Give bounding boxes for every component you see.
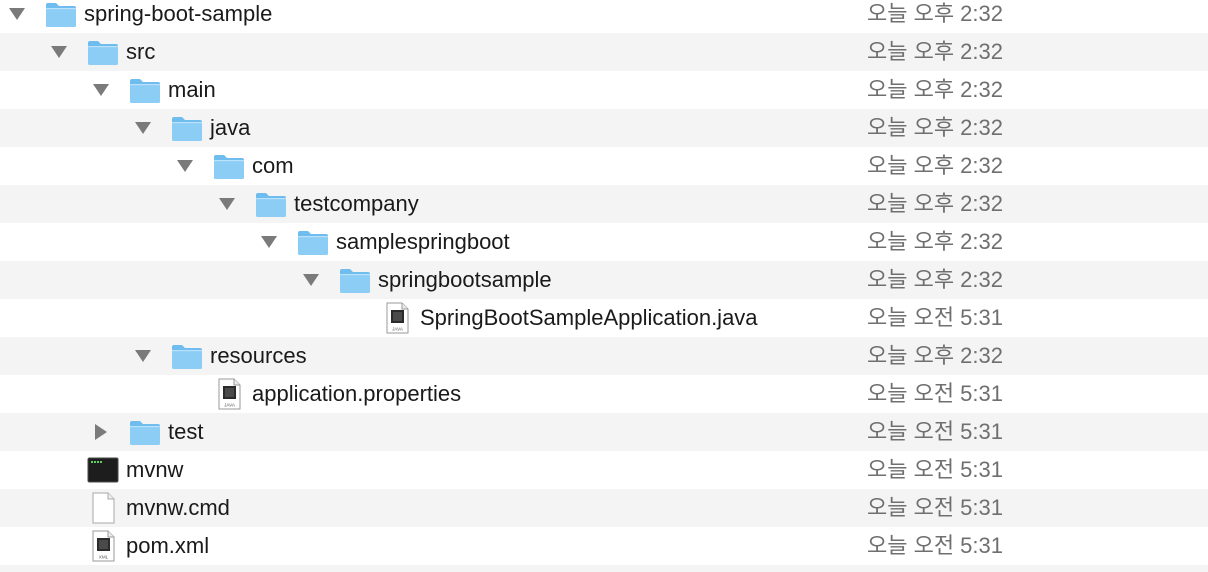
properties-file-icon: JAVA xyxy=(212,378,246,410)
date-modified: 오늘 오전 5:31 xyxy=(867,305,1004,330)
file-name: mvnw.cmd xyxy=(126,495,230,520)
date-modified: 오늘 오후 2:32 xyxy=(867,191,1004,216)
xml-file-icon: XML xyxy=(86,530,120,562)
disclosure-expanded-icon[interactable] xyxy=(50,44,68,60)
file-row[interactable]: test 오늘 오전 5:31 xyxy=(0,413,1208,451)
folder-icon xyxy=(170,112,204,144)
file-row[interactable]: src 오늘 오후 2:32 xyxy=(0,33,1208,71)
disclosure-expanded-icon[interactable] xyxy=(92,82,110,98)
file-name: resources xyxy=(210,343,307,368)
date-modified: 오늘 오후 2:32 xyxy=(867,229,1004,254)
file-name: samplespringboot xyxy=(336,229,510,254)
svg-text:XML: XML xyxy=(99,555,109,560)
disclosure-expanded-icon[interactable] xyxy=(8,6,26,22)
folder-icon xyxy=(254,188,288,220)
terminal-exec-icon xyxy=(86,454,120,486)
disclosure-collapsed-icon[interactable] xyxy=(92,424,110,440)
folder-icon xyxy=(338,264,372,296)
svg-text:JAVA: JAVA xyxy=(392,327,404,332)
blank-document-icon xyxy=(86,492,120,524)
folder-icon xyxy=(170,340,204,372)
file-name: mvnw xyxy=(126,457,184,482)
file-row[interactable]: springbootsample 오늘 오후 2:32 xyxy=(0,261,1208,299)
svg-text:JAVA: JAVA xyxy=(224,403,236,408)
file-row[interactable]: testcompany 오늘 오후 2:32 xyxy=(0,185,1208,223)
file-name: application.properties xyxy=(252,381,462,406)
java-file-icon: JAVA xyxy=(380,302,414,334)
file-name: test xyxy=(168,419,204,444)
file-name: main xyxy=(168,77,216,102)
folder-icon xyxy=(128,74,162,106)
file-name: SpringBootSampleApplication.java xyxy=(420,305,758,330)
disclosure-expanded-icon[interactable] xyxy=(134,120,152,136)
file-name: java xyxy=(210,115,251,140)
date-modified: 오늘 오후 2:32 xyxy=(867,153,1004,178)
file-row[interactable]: JAVA application.properties 오늘 오전 5:31 xyxy=(0,375,1208,413)
date-modified: 오늘 오후 2:32 xyxy=(867,115,1004,140)
date-modified: 오늘 오후 2:32 xyxy=(867,267,1004,292)
file-name: src xyxy=(126,39,156,64)
file-name: springbootsample xyxy=(378,267,552,292)
file-row[interactable]: mvnw.cmd 오늘 오전 5:31 xyxy=(0,489,1208,527)
disclosure-expanded-icon[interactable] xyxy=(176,158,194,174)
disclosure-expanded-icon[interactable] xyxy=(134,348,152,364)
date-modified: 오늘 오후 2:32 xyxy=(867,39,1004,64)
file-name: pom.xml xyxy=(126,533,210,558)
file-row[interactable]: resources 오늘 오후 2:32 xyxy=(0,337,1208,375)
file-row[interactable]: spring-boot-sample 오늘 오후 2:32 xyxy=(0,0,1208,33)
file-row[interactable]: main 오늘 오후 2:32 xyxy=(0,71,1208,109)
folder-icon xyxy=(296,226,330,258)
disclosure-expanded-icon[interactable] xyxy=(260,234,278,250)
file-row[interactable]: com 오늘 오후 2:32 xyxy=(0,147,1208,185)
folder-icon xyxy=(44,0,78,30)
file-row[interactable]: java 오늘 오후 2:32 xyxy=(0,109,1208,147)
date-modified: 오늘 오전 5:31 xyxy=(867,533,1004,558)
file-row[interactable]: mvnw 오늘 오전 5:31 xyxy=(0,451,1208,489)
date-modified: 오늘 오후 2:32 xyxy=(867,77,1004,102)
folder-icon xyxy=(128,416,162,448)
disclosure-expanded-icon[interactable] xyxy=(302,272,320,288)
date-modified: 오늘 오전 5:31 xyxy=(867,457,1004,482)
file-row[interactable]: JAVA SpringBootSampleApplication.java 오늘 … xyxy=(0,299,1208,337)
date-modified: 오늘 오전 5:31 xyxy=(867,419,1004,444)
file-row[interactable]: XML pom.xml 오늘 오전 5:31 xyxy=(0,527,1208,565)
file-row[interactable]: samplespringboot 오늘 오후 2:32 xyxy=(0,223,1208,261)
finder-list-view: spring-boot-sample 오늘 오후 2:32 src 오늘 오후 2:… xyxy=(0,0,1208,572)
date-modified: 오늘 오전 5:31 xyxy=(867,381,1004,406)
file-row-partial xyxy=(0,565,1208,572)
folder-icon xyxy=(212,150,246,182)
folder-icon xyxy=(86,36,120,68)
date-modified: 오늘 오후 2:32 xyxy=(867,343,1004,368)
date-modified: 오늘 오후 2:32 xyxy=(867,1,1004,26)
date-modified: 오늘 오전 5:31 xyxy=(867,495,1004,520)
disclosure-expanded-icon[interactable] xyxy=(218,196,236,212)
file-name: com xyxy=(252,153,294,178)
file-name: testcompany xyxy=(294,191,419,216)
file-name: spring-boot-sample xyxy=(84,1,273,26)
